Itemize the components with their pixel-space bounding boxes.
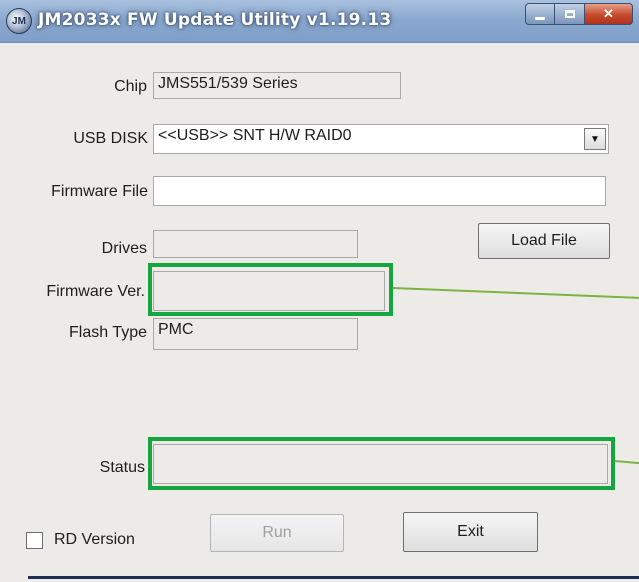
firmware-ver-highlight xyxy=(148,263,393,316)
usb-disk-value: <<USB>> SNT H/W RAID0 xyxy=(158,127,352,144)
firmware-file-input[interactable] xyxy=(153,176,606,206)
chip-field: JMS551/539 Series xyxy=(153,72,401,99)
run-button[interactable]: Run xyxy=(210,514,344,552)
window-title: JM2033x FW Update Utility v1.19.13 xyxy=(38,10,392,30)
firmware-ver-label: Firmware Ver. xyxy=(46,283,145,300)
drives-label: Drives xyxy=(101,240,147,257)
status-leader-line xyxy=(614,460,639,465)
app-window: JM JM2033x FW Update Utility v1.19.13 ✕ … xyxy=(0,0,639,582)
usb-disk-label: USB DISK xyxy=(73,130,148,147)
status-highlight xyxy=(148,437,615,490)
maximize-button[interactable] xyxy=(555,3,585,25)
firmware-file-label: Firmware File xyxy=(51,183,148,200)
usb-disk-select[interactable]: <<USB>> SNT H/W RAID0 ▼ xyxy=(153,124,609,154)
chip-label: Chip xyxy=(114,78,147,95)
title-bar[interactable]: JM JM2033x FW Update Utility v1.19.13 ✕ xyxy=(0,0,639,43)
maximize-icon xyxy=(564,10,575,18)
exit-button[interactable]: Exit xyxy=(403,512,538,552)
firmware-ver-leader-line xyxy=(392,287,639,299)
rd-version-label: RD Version xyxy=(54,531,135,548)
flash-type-label: Flash Type xyxy=(69,324,147,341)
rd-version-checkbox[interactable] xyxy=(26,532,43,549)
flash-type-field: PMC xyxy=(153,318,358,350)
minimize-button[interactable] xyxy=(525,3,555,25)
caption-buttons: ✕ xyxy=(525,3,633,25)
app-icon: JM xyxy=(6,8,32,34)
load-file-button[interactable]: Load File xyxy=(478,223,610,259)
close-icon: ✕ xyxy=(603,6,614,21)
window-bottom-border xyxy=(28,576,639,579)
close-button[interactable]: ✕ xyxy=(585,3,633,25)
minimize-icon xyxy=(535,16,545,20)
drives-field xyxy=(153,230,358,258)
status-label: Status xyxy=(99,459,145,476)
chevron-down-icon[interactable]: ▼ xyxy=(584,128,606,150)
